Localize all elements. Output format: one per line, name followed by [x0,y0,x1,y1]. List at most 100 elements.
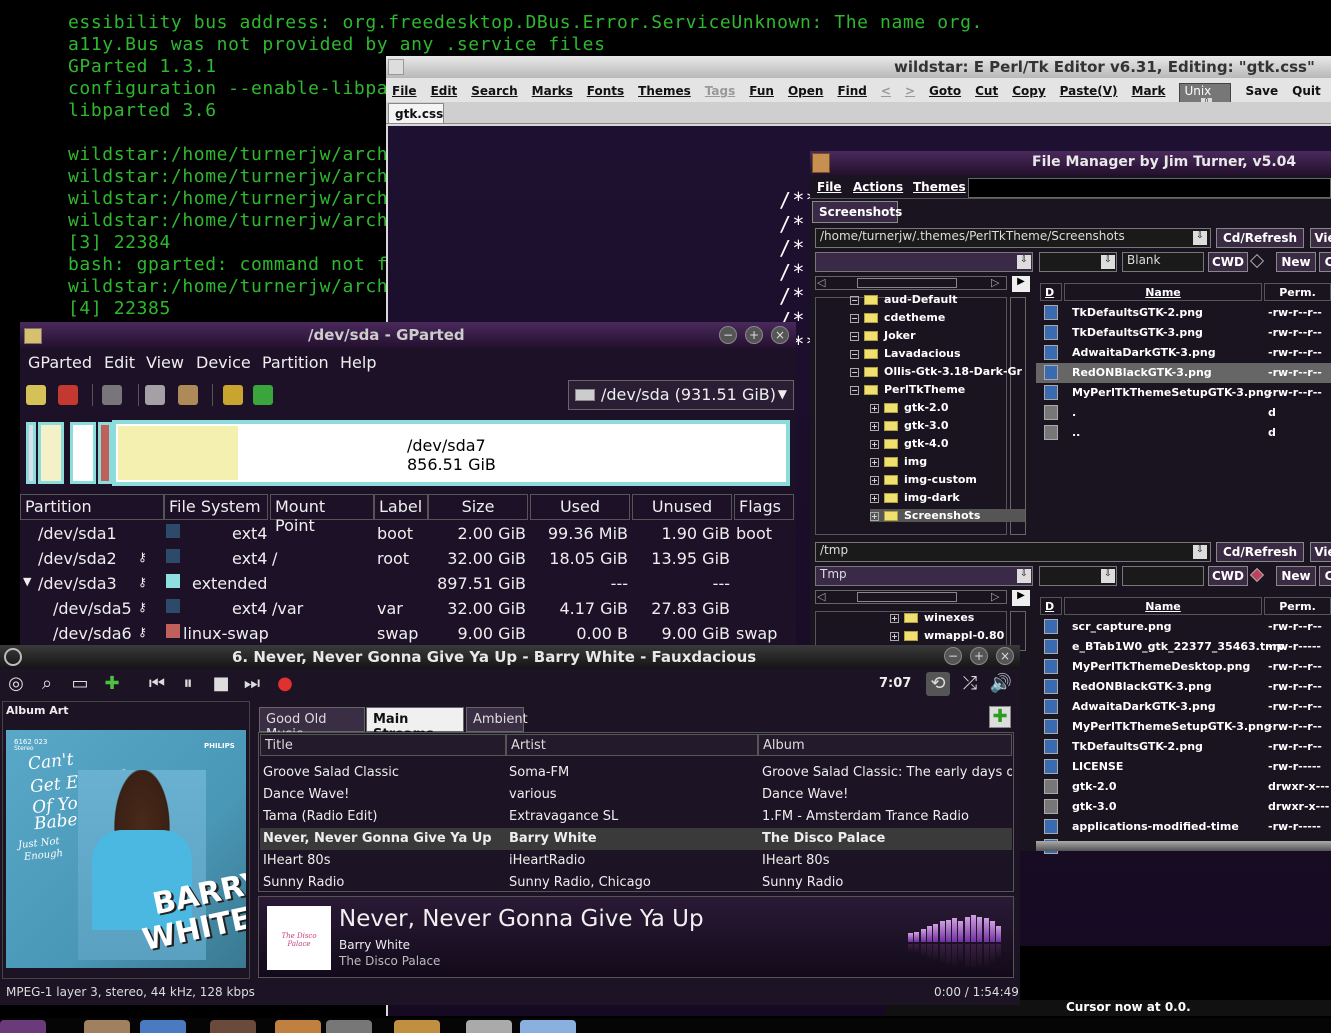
dropdown-arrow-icon[interactable]: ⇩ [1017,255,1031,269]
expand-icon[interactable]: − [850,313,859,323]
col-header-d[interactable]: D [1040,597,1062,615]
partition-segment[interactable] [38,422,64,484]
playlist-row[interactable]: Groove Salad Classic Soma-FM Groove Salad … [260,762,1012,784]
record-icon[interactable]: ● [273,672,297,696]
selected-partition-segment[interactable]: /dev/sda7 856.51 GiB [112,420,790,486]
top-new-button[interactable]: New [1276,252,1316,272]
taskbar-app-icon[interactable] [84,1020,130,1033]
top-cwd-button[interactable]: CWD [1208,252,1248,272]
col-header-d[interactable]: D [1040,283,1062,301]
arrow-right-icon[interactable]: ▷ [991,590,999,603]
col-header-perm[interactable]: Perm. [1264,597,1331,615]
bottom-new-button[interactable]: New [1276,566,1316,586]
tree-item[interactable]: − Joker [850,329,916,342]
expand-icon[interactable]: + [890,613,899,623]
dropdown-arrow-icon[interactable]: ⇩ [1101,255,1115,269]
folder-icon[interactable]: ▭ [68,672,92,696]
previous-icon[interactable]: ⏮ [145,672,169,696]
copy-icon[interactable] [145,385,165,405]
tree-item[interactable]: − Lavadacious [850,347,961,360]
col-header-artist[interactable]: Artist [506,734,758,756]
gparted-menu-device-item[interactable]: Device [196,353,251,372]
delete-icon[interactable] [58,385,78,405]
expand-icon[interactable]: + [870,493,879,503]
menu-search-item[interactable]: Search [471,84,517,98]
file-row[interactable]: AdwaitaDarkGTK-3.png -rw-r--r-- [1036,343,1331,363]
dropdown-arrow-icon[interactable]: ⇩ [1017,569,1031,583]
arrow-right-icon[interactable]: ▷ [991,276,999,289]
partition-segment[interactable] [26,422,36,484]
expand-icon[interactable]: + [890,631,899,641]
playlist-row[interactable]: IHeart 80s iHeartRadio IHeart 80s [260,850,1012,872]
bottom-view-button[interactable]: Vie [1310,542,1331,562]
menu-save-item[interactable]: Save [1245,84,1278,98]
expand-icon[interactable]: + [870,457,879,467]
volume-icon[interactable]: 🔊 [989,672,1013,696]
tree-item[interactable]: + Screenshots [870,509,1025,522]
col-header-size[interactable]: Size [428,494,528,520]
menu-tags-item[interactable]: Tags [705,84,735,98]
stop-icon[interactable]: ■ [209,672,233,696]
search-icon[interactable]: ⌕ [35,672,59,696]
expander-icon[interactable]: ▼ [23,575,31,588]
taskbar-app-icon[interactable] [140,1020,186,1033]
playlist-row[interactable]: Sunny Radio Sunny Radio, Chicago Sunny Rad… [260,872,1012,890]
bottom-c-button[interactable]: C [1319,566,1331,586]
tree-item[interactable]: − cdetheme [850,311,945,324]
menu-fun-item[interactable]: Fun [749,84,774,98]
gparted-menu-partition-item[interactable]: Partition [262,353,329,372]
resize-icon[interactable] [102,385,122,405]
playlist-row[interactable]: Tama (Radio Edit) Extravagance SL 1.FM - A… [260,806,1012,828]
menu-quit-item[interactable]: Quit [1292,84,1321,98]
col-header-unused[interactable]: Unused [632,494,732,520]
menu-file-item[interactable]: File [392,84,417,98]
file-row[interactable]: MyPerlTkThemeDesktop.png -rw-r--r-- [1036,657,1331,677]
file-row[interactable]: .. d [1036,423,1331,443]
file-row[interactable]: TkDefaultsGTK-3.png -rw-r--r-- [1036,323,1331,343]
file-row[interactable]: LICENSE -rw-r----- [1036,757,1331,777]
file-row[interactable]: gtk-2.0 drwxr-x--- [1036,777,1331,797]
expand-icon[interactable]: − [850,349,859,359]
arrow-right-icon[interactable]: ▶ [1012,276,1030,292]
bottom-filter-select[interactable]: Tmp [815,566,1033,586]
menu-mark-item[interactable]: Mark [1132,84,1166,98]
col-header-name[interactable]: Name [1064,283,1262,301]
col-header-partition[interactable]: Partition [20,494,164,520]
scroll-thumb[interactable] [857,592,957,602]
arrow-right-icon[interactable]: ▶ [1012,590,1030,606]
gparted-menu-gparted-item[interactable]: GParted [28,353,92,372]
partition-row[interactable]: /dev/sda6 ⚷ linux-swap swap 9.00 GiB 0.00 B 9.… [20,622,796,647]
tab-good-old-music[interactable]: Good Old Music [259,707,365,742]
file-row[interactable]: AdwaitaDarkGTK-3.png -rw-r--r-- [1036,697,1331,717]
menu-marks-item[interactable]: Marks [532,84,573,98]
minimize-icon[interactable]: − [944,647,962,665]
col-header-album[interactable]: Album [758,734,1012,756]
top-tree-vscroll[interactable] [1010,297,1026,535]
menu-fonts-item[interactable]: Fonts [587,84,624,98]
menu-icon[interactable]: ◎ [4,672,28,696]
undo-icon[interactable] [223,385,243,405]
tree-item[interactable]: − Ollis-Gtk-3.18-Dark-Gr [850,365,1022,378]
gparted-menu-view-item[interactable]: View [146,353,184,372]
close-icon[interactable]: × [771,326,789,344]
pause-icon[interactable]: ⏸ [176,672,200,696]
gparted-menu-edit-item[interactable]: Edit [104,353,135,372]
bottom-path-input[interactable]: /tmp [815,542,1211,562]
fm-menu-file-item[interactable]: File [817,180,842,194]
top-path-input[interactable]: /home/turnerjw/.themes/PerlTkTheme/Scree… [815,228,1211,248]
taskbar-app-icon[interactable] [0,1020,46,1033]
maximize-icon[interactable]: + [745,326,763,344]
playlist-row[interactable]: Dance Wave! various Dance Wave! [260,784,1012,806]
expand-icon[interactable]: − [850,367,859,377]
shuffle-icon[interactable]: ⤮ [958,672,982,696]
add-icon[interactable]: ✚ [100,672,124,696]
fm-menu-themes-item[interactable]: Themes [913,180,966,194]
taskbar-app-icon[interactable] [210,1020,256,1033]
file-row[interactable]: TkDefaultsGTK-2.png -rw-r--r-- [1036,303,1331,323]
bottom-refresh-button[interactable]: Cd/Refresh [1216,542,1304,562]
tree-item[interactable]: − PerlTkTheme [850,383,965,396]
col-header-perm[interactable]: Perm. [1264,283,1331,301]
menu-copy-item[interactable]: Copy [1012,84,1045,98]
partition-segment[interactable] [70,422,96,484]
apply-icon[interactable] [253,385,273,405]
